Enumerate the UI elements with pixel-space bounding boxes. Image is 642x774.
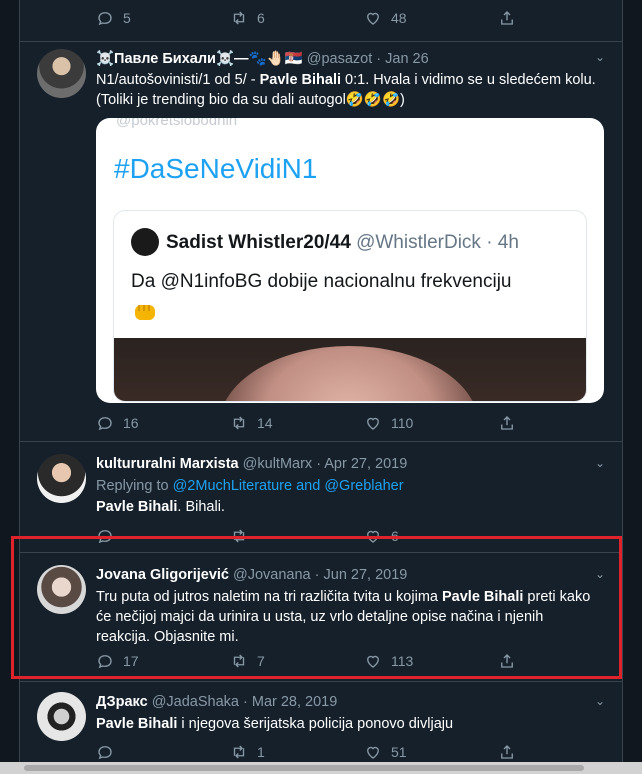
display-name[interactable]: ДЗракс — [96, 694, 148, 710]
tweet-text-part: N1/autošovinisti/1 od 5/ - — [96, 72, 260, 88]
heart-icon — [367, 417, 379, 430]
horizontal-scrollbar[interactable] — [0, 762, 642, 774]
tweet[interactable]: ☠️Павле Бихали☠️—🐾🤚🏻🇷🇸 @pasazot · Jan 26… — [19, 42, 623, 442]
share-button[interactable] — [498, 414, 525, 432]
replying-to: Replying to @2MuchLiterature and @Grebla… — [96, 476, 596, 496]
scrollbar-thumb[interactable] — [24, 765, 584, 771]
retweet-count: 6 — [257, 10, 265, 26]
quoted-avatar — [131, 228, 159, 256]
quoted-handle: @WhistlerDick · 4h — [356, 232, 519, 253]
retweet-button[interactable]: 6 — [230, 9, 265, 27]
media-card[interactable]: @pokretslobodnih #DaSeNeVidiN1 Sadist Wh… — [96, 118, 604, 403]
reply-count: 5 — [123, 10, 131, 26]
share-icon — [501, 11, 513, 25]
quoted-text: Da @N1infoBG dobije nacionalnu frekvenci… — [131, 271, 512, 292]
heart-icon — [367, 12, 379, 25]
tweet-text: Pavle Bihali i njegova šerijatska polici… — [96, 714, 596, 734]
timestamp[interactable]: Apr 27, 2019 — [324, 456, 407, 472]
highlighted-name: Pavle Bihali — [96, 716, 178, 732]
card-hashtag: #DaSeNeVidiN1 — [114, 153, 318, 184]
red-highlight-box — [11, 536, 622, 679]
timestamp[interactable]: Mar 28, 2019 — [252, 694, 337, 710]
card-ghost-text: @pokretslobodnih — [116, 118, 238, 129]
share-button[interactable] — [498, 743, 525, 761]
chevron-down-icon[interactable]: ⌄ — [595, 50, 605, 64]
share-button[interactable] — [498, 9, 525, 27]
like-count: 110 — [391, 415, 414, 431]
avatar[interactable] — [37, 454, 86, 503]
tweet-text-part: . Bihali. — [177, 499, 225, 515]
handle[interactable]: @JadaShaka — [152, 694, 239, 710]
highlighted-name: Pavle Bihali — [96, 499, 178, 515]
avatar[interactable] — [37, 49, 86, 98]
reply-icon — [98, 746, 112, 760]
share-icon — [501, 416, 513, 430]
retweet-count: 14 — [257, 415, 273, 431]
retweet-button[interactable]: 14 — [230, 414, 273, 432]
reply-icon — [98, 417, 112, 431]
tweet-text: N1/autošovinisti/1 od 5/ - Pavle Bihali … — [96, 70, 596, 110]
replying-users-link[interactable]: @2MuchLiterature and @Greblaher — [173, 478, 404, 494]
like-button[interactable]: 48 — [364, 9, 407, 27]
handle[interactable]: @pasazot — [307, 51, 373, 67]
timestamp[interactable]: Jan 26 — [385, 51, 429, 67]
highlighted-name: Pavle Bihali — [259, 72, 342, 88]
display-name[interactable]: ☠️Павле Бихали☠️—🐾🤚🏻🇷🇸 — [96, 51, 303, 67]
quoted-header: Sadist Whistler20/44 @WhistlerDick · 4h — [166, 232, 519, 254]
previous-tweet-actions: 5 6 48 — [19, 0, 623, 42]
reply-button[interactable]: 5 — [96, 9, 131, 27]
retweet-count: 1 — [257, 744, 265, 760]
quoted-tweet[interactable]: Sadist Whistler20/44 @WhistlerDick · 4h … — [113, 210, 587, 402]
reply-icon — [98, 12, 112, 26]
like-count: 51 — [391, 744, 407, 760]
heart-icon — [367, 746, 379, 759]
fist-emoji-icon — [135, 305, 155, 320]
right-gutter — [623, 0, 642, 774]
share-icon — [501, 745, 513, 759]
reply-button[interactable]: 16 — [96, 414, 139, 432]
retweet-icon — [233, 416, 245, 430]
like-count: 48 — [391, 10, 407, 26]
like-button[interactable]: 110 — [364, 414, 413, 432]
tweet-text-part: i njegova šerijatska policija ponovo div… — [177, 716, 454, 732]
chevron-down-icon[interactable]: ⌄ — [595, 456, 605, 470]
reply-count: 16 — [123, 415, 139, 431]
tweet-text: Pavle Bihali. Bihali. — [96, 497, 596, 517]
like-button[interactable]: 51 — [364, 743, 407, 761]
chevron-down-icon[interactable]: ⌄ — [595, 694, 605, 708]
display-name[interactable]: kultururalni Marxista — [96, 456, 239, 472]
quoted-name: Sadist Whistler20/44 — [166, 232, 351, 253]
avatar[interactable] — [37, 692, 86, 741]
reply-button[interactable] — [96, 743, 123, 761]
retweet-button[interactable]: 1 — [230, 743, 265, 761]
tweet[interactable]: ДЗракс @JadaShaka · Mar 28, 2019 ⌄ Pavle… — [19, 682, 623, 762]
replying-label: Replying to — [96, 478, 169, 494]
retweet-icon — [233, 745, 245, 759]
retweet-icon — [233, 11, 245, 25]
handle[interactable]: @kultMarx — [243, 456, 313, 472]
